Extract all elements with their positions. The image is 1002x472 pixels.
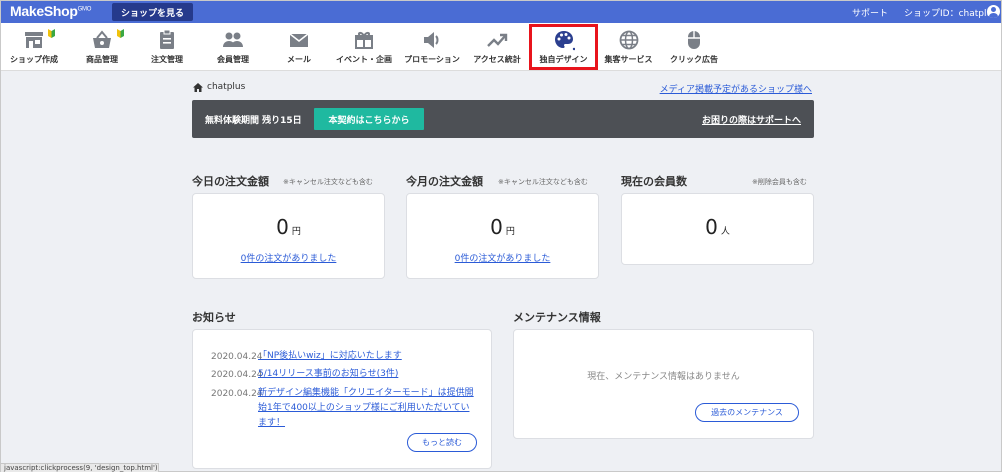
- browser-status-bar: javascript:clickprocess(9, 'design_top.h…: [1, 463, 159, 472]
- trial-remaining-text: 無料体験期間 残り15日: [205, 116, 302, 126]
- maintenance-title: メンテナンス情報: [513, 311, 601, 324]
- past-maintenance-button[interactable]: 過去のメンテナンス: [695, 403, 799, 422]
- user-icon[interactable]: [987, 5, 1000, 18]
- nav-item-click-ads[interactable]: クリック広告: [659, 23, 729, 71]
- makeshop-logo[interactable]: MakeShopGMO: [10, 3, 91, 19]
- month-orders-value: 0円: [490, 215, 515, 239]
- beginner-mark-icon: [48, 29, 55, 38]
- nav-label: メール: [287, 55, 311, 64]
- clipboard-icon: [160, 29, 174, 49]
- nav-label: 商品管理: [86, 55, 118, 64]
- members-card: 0人: [621, 193, 814, 265]
- nav-item-orders[interactable]: 注文管理: [137, 23, 197, 71]
- beginner-mark-icon: [117, 29, 124, 38]
- nav-label: 集客サービス: [604, 55, 653, 64]
- shop-id-menu[interactable]: ショップID：chatplus: [904, 6, 997, 19]
- nav-item-marketing[interactable]: 集客サービス: [598, 23, 659, 71]
- nav-item-analytics[interactable]: アクセス統計: [465, 23, 529, 71]
- month-orders-title: 今月の注文金額: [406, 175, 483, 188]
- news-item: 2020.04.24 5/14リリース事前のお知らせ(3件): [211, 367, 481, 382]
- breadcrumb: chatplus: [193, 82, 245, 92]
- basket-icon: [93, 30, 111, 48]
- nav-label: クリック広告: [670, 55, 718, 64]
- news-link[interactable]: 新デザイン編集機能「クリエイターモード」は提供開始1年で400以上のショップ様に…: [258, 386, 476, 431]
- trial-banner: 無料体験期間 残り15日 本契約はこちらから お困りの際はサポートへ: [192, 100, 814, 138]
- nav-item-mail[interactable]: メール: [269, 23, 329, 71]
- nav-item-promotion[interactable]: プロモーション: [399, 23, 465, 71]
- news-link[interactable]: 5/14リリース事前のお知らせ(3件): [258, 367, 398, 382]
- members-title: 現在の会員数: [621, 175, 687, 188]
- nav-highlight-box: [529, 24, 598, 70]
- news-date: 2020.04.24: [211, 370, 263, 380]
- nav-label: アクセス統計: [473, 55, 521, 64]
- today-orders-value: 0円: [276, 215, 301, 239]
- mouse-icon: [688, 31, 700, 49]
- today-orders-link[interactable]: 0件の注文がありました: [193, 251, 384, 264]
- members-value: 0人: [705, 215, 730, 239]
- nav-item-members[interactable]: 会員管理: [197, 23, 269, 71]
- news-title: お知らせ: [192, 311, 236, 324]
- maintenance-empty-message: 現在、メンテナンス情報はありません: [587, 372, 740, 382]
- globe-icon: [619, 30, 638, 50]
- news-card: 2020.04.24 「NP後払いwiz」に対応いたします 2020.04.24…: [192, 329, 492, 469]
- breadcrumb-current: chatplus: [207, 82, 246, 92]
- nav-label: ショップ作成: [10, 55, 58, 64]
- speaker-icon: [424, 32, 439, 48]
- today-orders-title: 今日の注文金額: [192, 175, 269, 188]
- help-support-link[interactable]: お困りの際はサポートへ: [702, 113, 801, 126]
- support-link[interactable]: サポート: [852, 6, 888, 19]
- month-orders-card: 0円 0件の注文がありました: [406, 193, 599, 279]
- news-link[interactable]: 「NP後払いwiz」に対応いたします: [258, 349, 402, 364]
- nav-item-events[interactable]: イベント・企画: [329, 23, 399, 71]
- gift-icon: [355, 32, 373, 49]
- nav-label: プロモーション: [404, 55, 460, 64]
- trend-icon: [487, 33, 508, 47]
- view-shop-button[interactable]: ショップを見る: [112, 3, 193, 21]
- month-orders-note: ※キャンセル注文なども含む: [498, 178, 588, 186]
- people-icon: [223, 32, 243, 47]
- nav-item-products[interactable]: 商品管理: [67, 23, 137, 71]
- mail-icon: [289, 33, 309, 47]
- news-item: 2020.04.24 「NP後払いwiz」に対応いたします: [211, 349, 481, 364]
- today-orders-card: 0円 0件の注文がありました: [192, 193, 385, 279]
- nav-label: 会員管理: [217, 55, 249, 64]
- members-note: ※削除会員も含む: [752, 178, 807, 186]
- top-header: MakeShopGMO ショップを見る サポート ショップID：chatplus: [1, 1, 1001, 23]
- month-orders-link[interactable]: 0件の注文がありました: [407, 251, 598, 264]
- news-date: 2020.04.24: [211, 389, 263, 399]
- home-icon[interactable]: [193, 82, 203, 92]
- shop-icon: [25, 32, 43, 48]
- today-orders-note: ※キャンセル注文なども含む: [283, 178, 373, 186]
- maintenance-card: 現在、メンテナンス情報はありません 過去のメンテナンス: [513, 329, 814, 439]
- main-nav: ショップ作成 商品管理 注文管理 会員管理 メール イベント・企画 プロモーショ…: [1, 23, 1001, 71]
- contract-button[interactable]: 本契約はこちらから: [314, 108, 424, 130]
- read-more-button[interactable]: もっと読む: [407, 433, 477, 452]
- nav-label: イベント・企画: [336, 55, 392, 64]
- nav-label: 注文管理: [151, 55, 183, 64]
- nav-item-shop-create[interactable]: ショップ作成: [1, 23, 67, 71]
- news-item: 2020.04.24 新デザイン編集機能「クリエイターモード」は提供開始1年で4…: [211, 386, 481, 431]
- news-date: 2020.04.24: [211, 352, 263, 362]
- media-info-link[interactable]: メディア掲載予定があるショップ様へ: [660, 82, 812, 95]
